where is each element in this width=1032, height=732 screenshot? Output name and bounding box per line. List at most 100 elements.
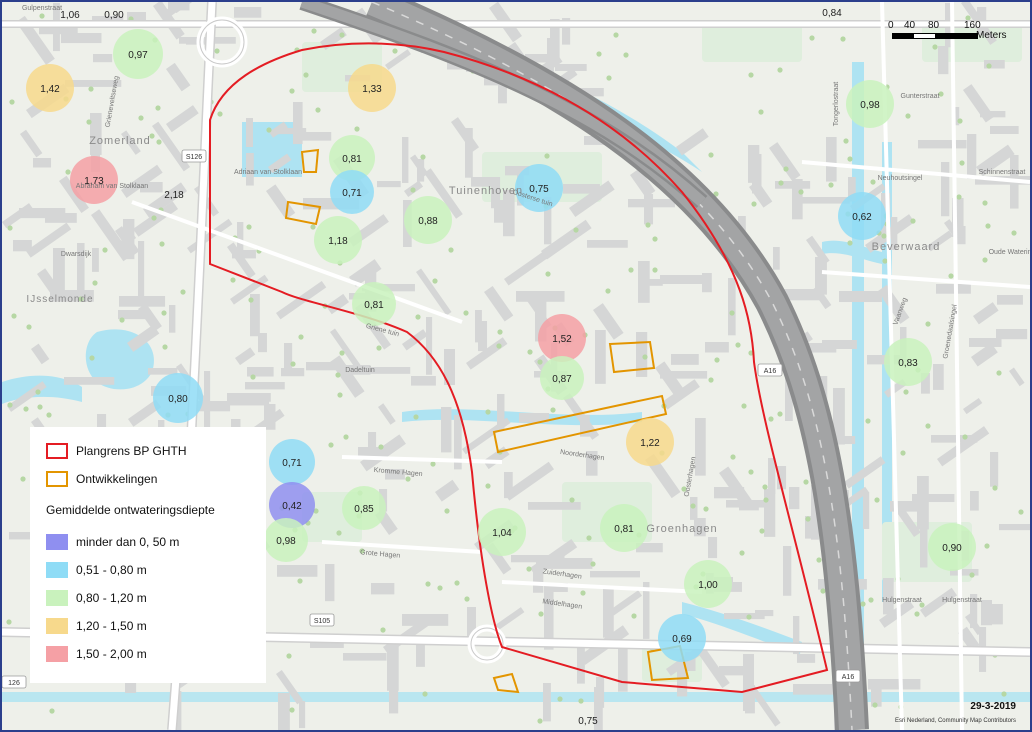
building-block — [138, 241, 145, 298]
street-label: Dwarsdijk — [61, 251, 92, 258]
building-block — [528, 502, 581, 510]
tree-dot — [286, 653, 292, 659]
tree-dot — [162, 344, 168, 350]
building-block — [64, 377, 115, 385]
scale-tick-label: 0 — [888, 20, 894, 31]
scale-unit-label: Meters — [976, 30, 1007, 41]
depth-value-label: 0,98 — [860, 100, 880, 111]
building-block — [969, 338, 1002, 347]
building-block — [590, 571, 641, 578]
road-shield-label: S105 — [314, 618, 330, 625]
depth-value-label: 2,18 — [164, 190, 184, 201]
tree-dot — [86, 119, 92, 125]
depth-value-label: 0,90 — [942, 543, 962, 554]
street-label: Dadeltuin — [345, 367, 375, 374]
tree-dot — [26, 324, 32, 330]
tree-dot — [297, 578, 303, 584]
tree-dot — [11, 313, 17, 319]
tree-dot — [708, 152, 714, 158]
building-block — [815, 257, 827, 295]
tree-dot — [777, 411, 783, 417]
tree-dot — [23, 406, 29, 412]
tree-dot — [763, 497, 769, 503]
building-block — [992, 604, 1003, 625]
tree-dot — [690, 503, 696, 509]
tree-dot — [746, 614, 752, 620]
tree-dot — [46, 412, 52, 418]
tree-dot — [557, 696, 563, 702]
tree-dot — [590, 561, 596, 567]
street-label: Tongerlostraat — [833, 82, 840, 126]
tree-dot — [49, 708, 55, 714]
road-shield-label: 126 — [8, 680, 20, 687]
building-block — [999, 524, 1030, 531]
legend-swatch-051-080 — [46, 562, 68, 578]
tree-dot — [20, 476, 26, 482]
tree-dot — [962, 434, 968, 440]
building-block — [90, 113, 102, 155]
legend-heading: Gemiddelde ontwateringsdiepte — [46, 503, 215, 517]
tree-dot — [969, 572, 975, 578]
tree-dot — [315, 107, 321, 113]
building-block — [234, 7, 262, 18]
tree-dot — [420, 154, 426, 160]
tree-dot — [6, 619, 12, 625]
tree-dot — [298, 334, 304, 340]
tree-dot — [986, 63, 992, 69]
tree-dot — [410, 187, 416, 193]
tree-dot — [405, 476, 411, 482]
tree-dot — [816, 557, 822, 563]
scale-tick-label: 80 — [928, 20, 940, 31]
depth-value-label: 0,85 — [354, 504, 374, 515]
tree-dot — [623, 52, 629, 58]
tree-dot — [376, 345, 382, 351]
tree-dot — [463, 310, 469, 316]
tree-dot — [527, 349, 533, 355]
tree-dot — [631, 613, 637, 619]
tree-dot — [777, 67, 783, 73]
road-shield-label: A16 — [764, 368, 777, 375]
building-block — [970, 491, 979, 511]
tree-dot — [485, 483, 491, 489]
depth-value-label: 0,75 — [529, 184, 549, 195]
place-label: Groenhagen — [646, 523, 717, 535]
plangrens-legend-label: Plangrens BP GHTH — [76, 444, 187, 458]
tree-dot — [537, 718, 543, 724]
building-block — [247, 367, 274, 377]
tree-dot — [496, 343, 502, 349]
building-block — [426, 317, 433, 375]
tree-dot — [138, 115, 144, 121]
tree-dot — [336, 530, 342, 536]
tree-dot — [914, 611, 920, 617]
depth-value-label: 1,06 — [60, 10, 80, 21]
building-block — [768, 458, 776, 495]
tree-dot — [739, 550, 745, 556]
map-date: 29-3-2019 — [970, 701, 1016, 712]
place-label: IJsselmonde — [26, 294, 93, 305]
depth-value-label: 0,71 — [342, 188, 362, 199]
building-block — [839, 291, 882, 303]
tree-dot — [378, 444, 384, 450]
depth-value-label: 0,98 — [276, 536, 296, 547]
building-block — [797, 654, 816, 663]
building-block — [748, 145, 760, 183]
depth-value-label: 0,80 — [168, 394, 188, 405]
tree-dot — [310, 224, 316, 230]
tree-dot — [613, 32, 619, 38]
building-block — [917, 476, 929, 530]
street-label: Neuhoutsingel — [878, 175, 923, 182]
building-block — [387, 643, 399, 691]
ontwikkelingen-legend-swatch — [46, 471, 68, 487]
building-block — [377, 181, 401, 188]
tree-dot — [159, 241, 165, 247]
building-block — [728, 278, 736, 336]
scale-tick-label: 40 — [904, 20, 916, 31]
tree-dot — [425, 581, 431, 587]
building-block — [644, 194, 654, 225]
tree-dot — [881, 233, 887, 239]
tree-dot — [289, 707, 295, 713]
tree-dot — [992, 485, 998, 491]
depth-value-label: 0,88 — [418, 216, 438, 227]
building-block — [724, 613, 765, 620]
tree-dot — [847, 156, 853, 162]
